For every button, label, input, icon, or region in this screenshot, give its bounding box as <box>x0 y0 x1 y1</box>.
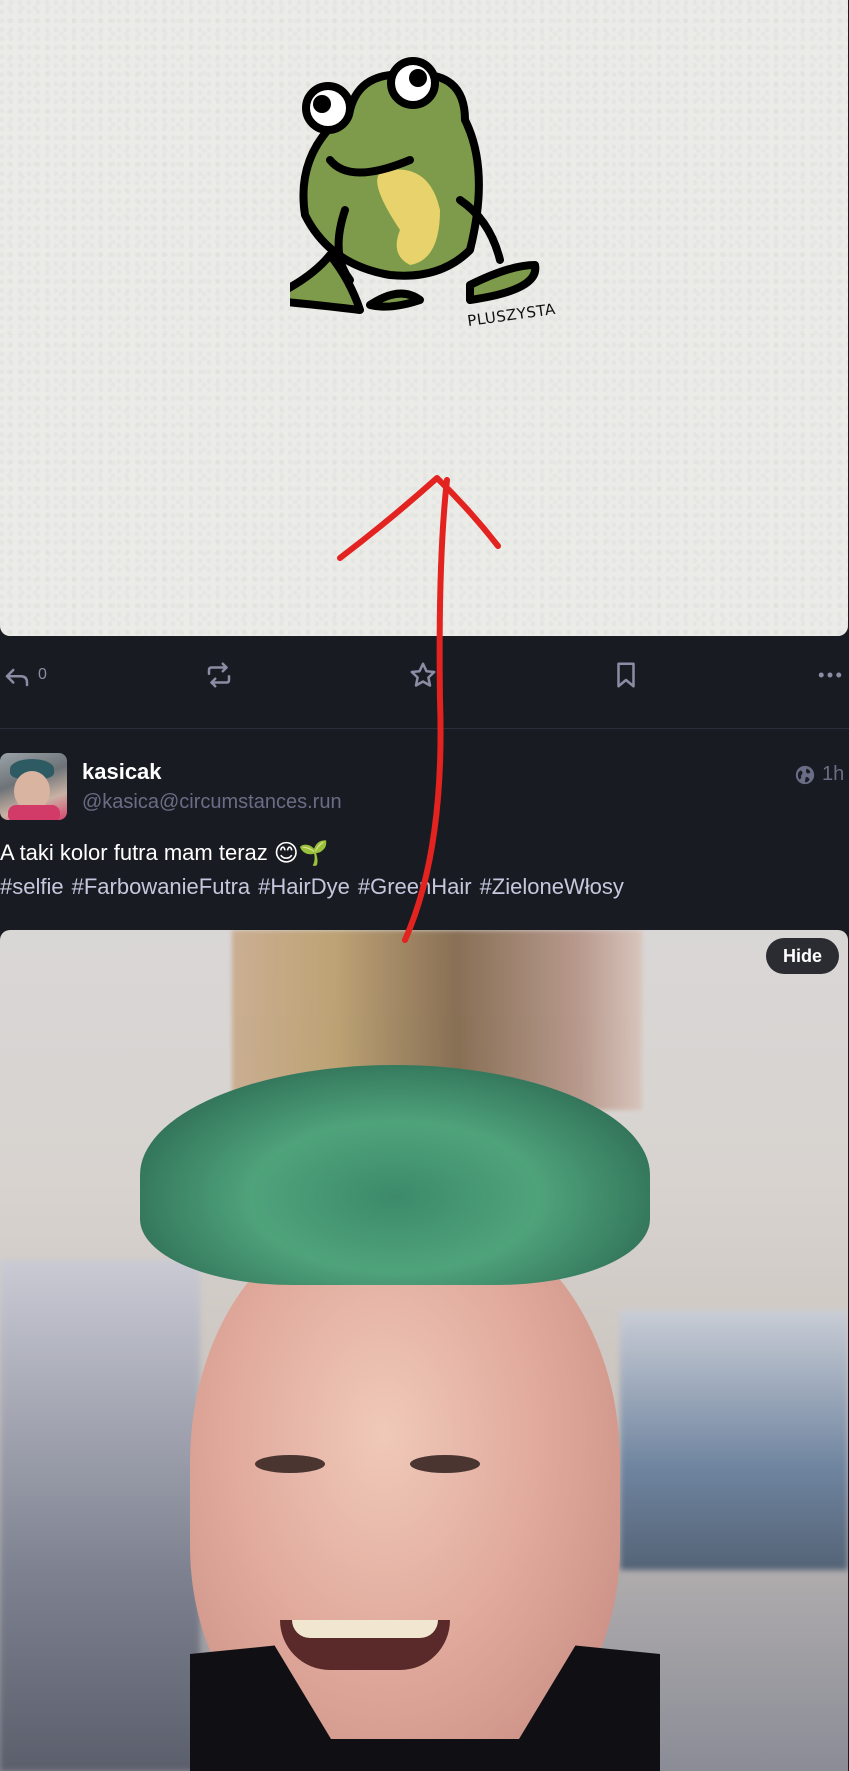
account-handle[interactable]: @kasica@circumstances.run <box>82 791 342 814</box>
favourite-button[interactable] <box>408 660 438 690</box>
hide-media-button[interactable]: Hide <box>765 938 839 974</box>
hashtag-link[interactable]: #HairDye <box>258 874 350 899</box>
boost-button[interactable] <box>204 660 234 690</box>
post-image-frog[interactable]: PLUSZYSTA <box>0 0 848 636</box>
hashtag-link[interactable]: #FarbowanieFutra <box>72 874 251 899</box>
bookmark-icon <box>617 662 635 688</box>
status-emoji: 😊🌱 <box>273 839 329 867</box>
boost-icon <box>207 662 231 688</box>
globe-icon <box>795 765 815 784</box>
reply-count: 0 <box>38 666 47 683</box>
reply-icon <box>5 668 29 687</box>
status-header: kasicak @kasica@circumstances.run 1h <box>0 753 849 823</box>
status-meta: 1h <box>794 763 844 786</box>
status-content: A taki kolor futra mam teraz 😊🌱 #selfie #… <box>0 836 849 904</box>
more-button[interactable] <box>815 660 845 690</box>
status-time[interactable]: 1h <box>822 763 844 786</box>
star-icon <box>410 662 436 687</box>
status-text: A taki kolor futra mam teraz <box>0 840 268 865</box>
avatar[interactable] <box>0 753 67 820</box>
bookmark-button[interactable] <box>611 660 641 690</box>
more-icon <box>818 672 842 678</box>
frog-illustration <box>290 57 540 314</box>
hashtag-link[interactable]: #GreenHair <box>358 874 472 899</box>
hashtag-link[interactable]: #ZieloneWłosy <box>480 874 624 899</box>
reply-button[interactable]: 0 <box>2 660 47 690</box>
hashtag-list: #selfie #FarbowanieFutra #HairDye #GreenHai… <box>0 870 849 904</box>
status-action-bar: 0 <box>0 636 849 729</box>
hashtag-link[interactable]: #selfie <box>0 874 64 899</box>
post-image-selfie[interactable]: Hide <box>0 930 848 1771</box>
display-name[interactable]: kasicak <box>82 759 162 785</box>
status-text-line: A taki kolor futra mam teraz 😊🌱 <box>0 836 849 870</box>
